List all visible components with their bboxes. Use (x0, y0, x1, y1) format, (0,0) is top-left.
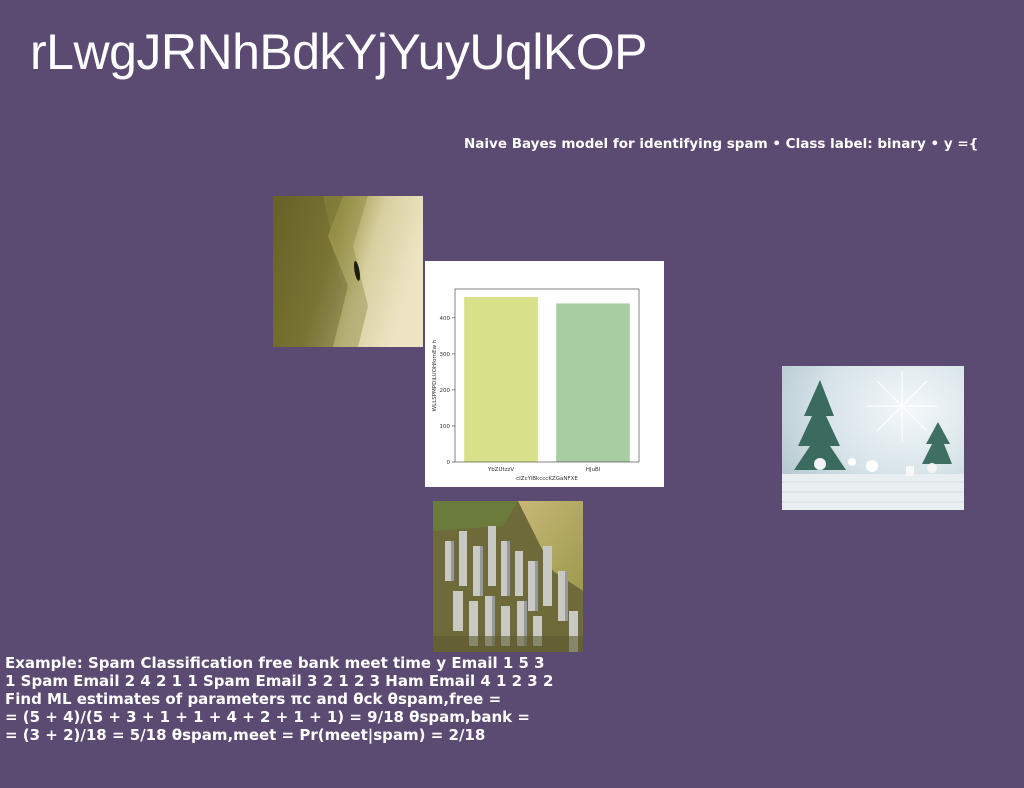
example-text: Example: Spam Classification free bank m… (5, 654, 605, 744)
text-line: = (3 + 2)/18 = 5/18 θspam,meet = Pr(meet… (5, 726, 486, 744)
city-photo (433, 501, 583, 652)
trees-photo (782, 366, 964, 510)
y-tick-label: 300 (440, 352, 451, 358)
text-line: 1 Spam Email 2 4 2 1 1 Spam Email 3 2 1 … (5, 672, 554, 690)
page-title: rLwgJRNhBdkYjYuyUqlKOP (30, 24, 648, 80)
y-tick-label: 400 (440, 316, 451, 322)
text-line: Find ML estimates of parameters πc and θ… (5, 690, 502, 708)
chart-bar (556, 303, 630, 462)
bar-chart: YbZUtzzV HJuBl 0 100 200 300 400 cIZcYiBkcccKZG… (425, 261, 664, 487)
page-subtitle: Naive Bayes model for identifying spam •… (464, 136, 979, 152)
text-line: Example: Spam Classification free bank m… (5, 654, 545, 672)
slide: rLwgJRNhBdkYjYuyUqlKOP Naive Bayes model… (0, 0, 1024, 788)
y-axis-label: WLLSPMPDiLUOHfornEw h (432, 339, 438, 411)
y-tick-label: 100 (440, 424, 451, 430)
chart-bar (464, 296, 538, 462)
text-line: = (5 + 4)/(5 + 3 + 1 + 1 + 4 + 2 + 1 + 1… (5, 708, 530, 726)
x-axis-label: cIZcYiBkcccKZGaNFXE (516, 476, 578, 482)
x-tick-label: HJuBl (586, 467, 601, 473)
x-tick-label: YbZUtzzV (487, 467, 515, 473)
sepia-photo (273, 196, 423, 347)
y-tick-label: 0 (447, 460, 451, 466)
y-tick-label: 200 (440, 388, 451, 394)
